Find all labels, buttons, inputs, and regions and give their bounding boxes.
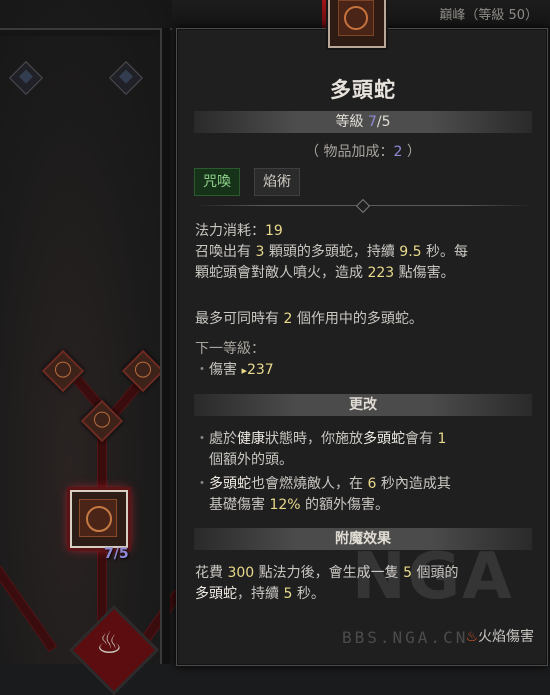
ench-text: 花費 (195, 565, 228, 581)
upg-text: 也會燃燒敵人，在 (251, 476, 368, 492)
next-level-value: 237 (246, 362, 274, 378)
tag-conjuration: 咒喚 (194, 168, 240, 196)
tree-frame (0, 28, 172, 36)
upg-keyword: 健康 (237, 431, 265, 447)
tooltip-skill-icon-frame (328, 0, 386, 48)
ench-text: 秒。 (292, 586, 325, 602)
max-active: 最多可同時有 2 個作用中的多頭蛇。 (195, 309, 535, 330)
tree-frame (160, 28, 170, 664)
upg-text: 個額外的頭。 (209, 452, 293, 468)
desc-damage: 223 (367, 265, 395, 281)
bullet-icon: ・ (195, 476, 209, 492)
ench-keyword: 多頭蛇 (195, 586, 237, 602)
upg-text: 會有 (405, 431, 438, 447)
rank-label: 等級 (335, 114, 368, 130)
skill-description: 召喚出有 3 顆頭的多頭蛇，持續 9.5 秒。每 顆蛇頭會對敵人噴火，造成 223… (195, 242, 535, 284)
upg-text: 基礎傷害 (209, 497, 270, 513)
bullet-icon: ・ (195, 362, 209, 378)
upg-value: 1 (437, 431, 447, 447)
hydra-skill-node[interactable] (70, 490, 128, 548)
desc-text: 個作用中的多頭蛇。 (292, 311, 423, 327)
mana-value: 19 (265, 223, 283, 239)
upg-value: 12% (269, 497, 301, 513)
node-rank: 7/5 (104, 546, 129, 562)
desc-text: 顆頭的多頭蛇，持續 (264, 244, 400, 260)
bullet-icon: ・ (195, 431, 209, 447)
rank-max: /5 (376, 114, 391, 130)
upg-text: 秒內造成其 (376, 476, 451, 492)
hydra-icon (338, 0, 374, 36)
watermark-url: BBS.NGA.CN (342, 628, 469, 647)
next-level-label: 下一等級： (195, 341, 265, 357)
tag-pyromancy: 焰術 (254, 168, 300, 196)
flame-icon: ♨ (465, 629, 478, 645)
hydra-skill-icon (79, 499, 117, 537)
rank-bar: 等級 7/5 (194, 111, 532, 133)
damage-type: ♨火焰傷害 (465, 626, 534, 646)
item-bonus-suffix: ） (402, 144, 421, 160)
skill-tree-panel (0, 0, 172, 664)
upgrade-2: ・多頭蛇也會燃燒敵人，在 6 秒內造成其 基礎傷害 12% 的額外傷害。 (195, 474, 535, 516)
mana-cost: 法力消耗：19 (195, 221, 535, 242)
desc-text: 點傷害。 (394, 265, 455, 281)
upg-text: 的額外傷害。 (300, 497, 390, 513)
desc-text: 顆蛇頭會對敵人噴火，造成 (195, 265, 368, 281)
item-bonus-prefix: （ 物品加成： (305, 144, 394, 160)
upg-keyword: 多頭蛇 (363, 431, 405, 447)
next-level-item: ・傷害 ▸237 (195, 360, 535, 381)
flame-cluster-icon: ♨ (96, 626, 123, 661)
ench-value: 300 (227, 565, 255, 581)
desc-text: 最多可同時有 (195, 311, 284, 327)
upg-text: 處於 (209, 431, 237, 447)
upg-text: 狀態時，你施放 (265, 431, 363, 447)
section-upgrade-header: 更改 (194, 394, 532, 416)
mana-label: 法力消耗： (195, 223, 265, 239)
desc-text: 召喚出有 (195, 244, 256, 260)
skill-title: 多頭蛇 (330, 78, 396, 102)
upgrade-1: ・處於健康狀態時，你施放多頭蛇會有 1 個額外的頭。 (195, 429, 535, 471)
desc-text: 秒。每 (421, 244, 468, 260)
peak-level-label: 巔峰（等級 50） (439, 8, 538, 23)
watermark-logo: NGA (352, 540, 514, 614)
next-level-stat: 傷害 (209, 362, 242, 378)
desc-duration: 9.5 (399, 244, 422, 260)
upg-keyword: 多頭蛇 (209, 476, 251, 492)
rank-current: 7 (367, 114, 377, 130)
item-bonus: （ 物品加成：2 ） (176, 141, 550, 161)
ench-text: ，持續 (237, 586, 284, 602)
damage-type-label: 火焰傷害 (478, 629, 534, 645)
